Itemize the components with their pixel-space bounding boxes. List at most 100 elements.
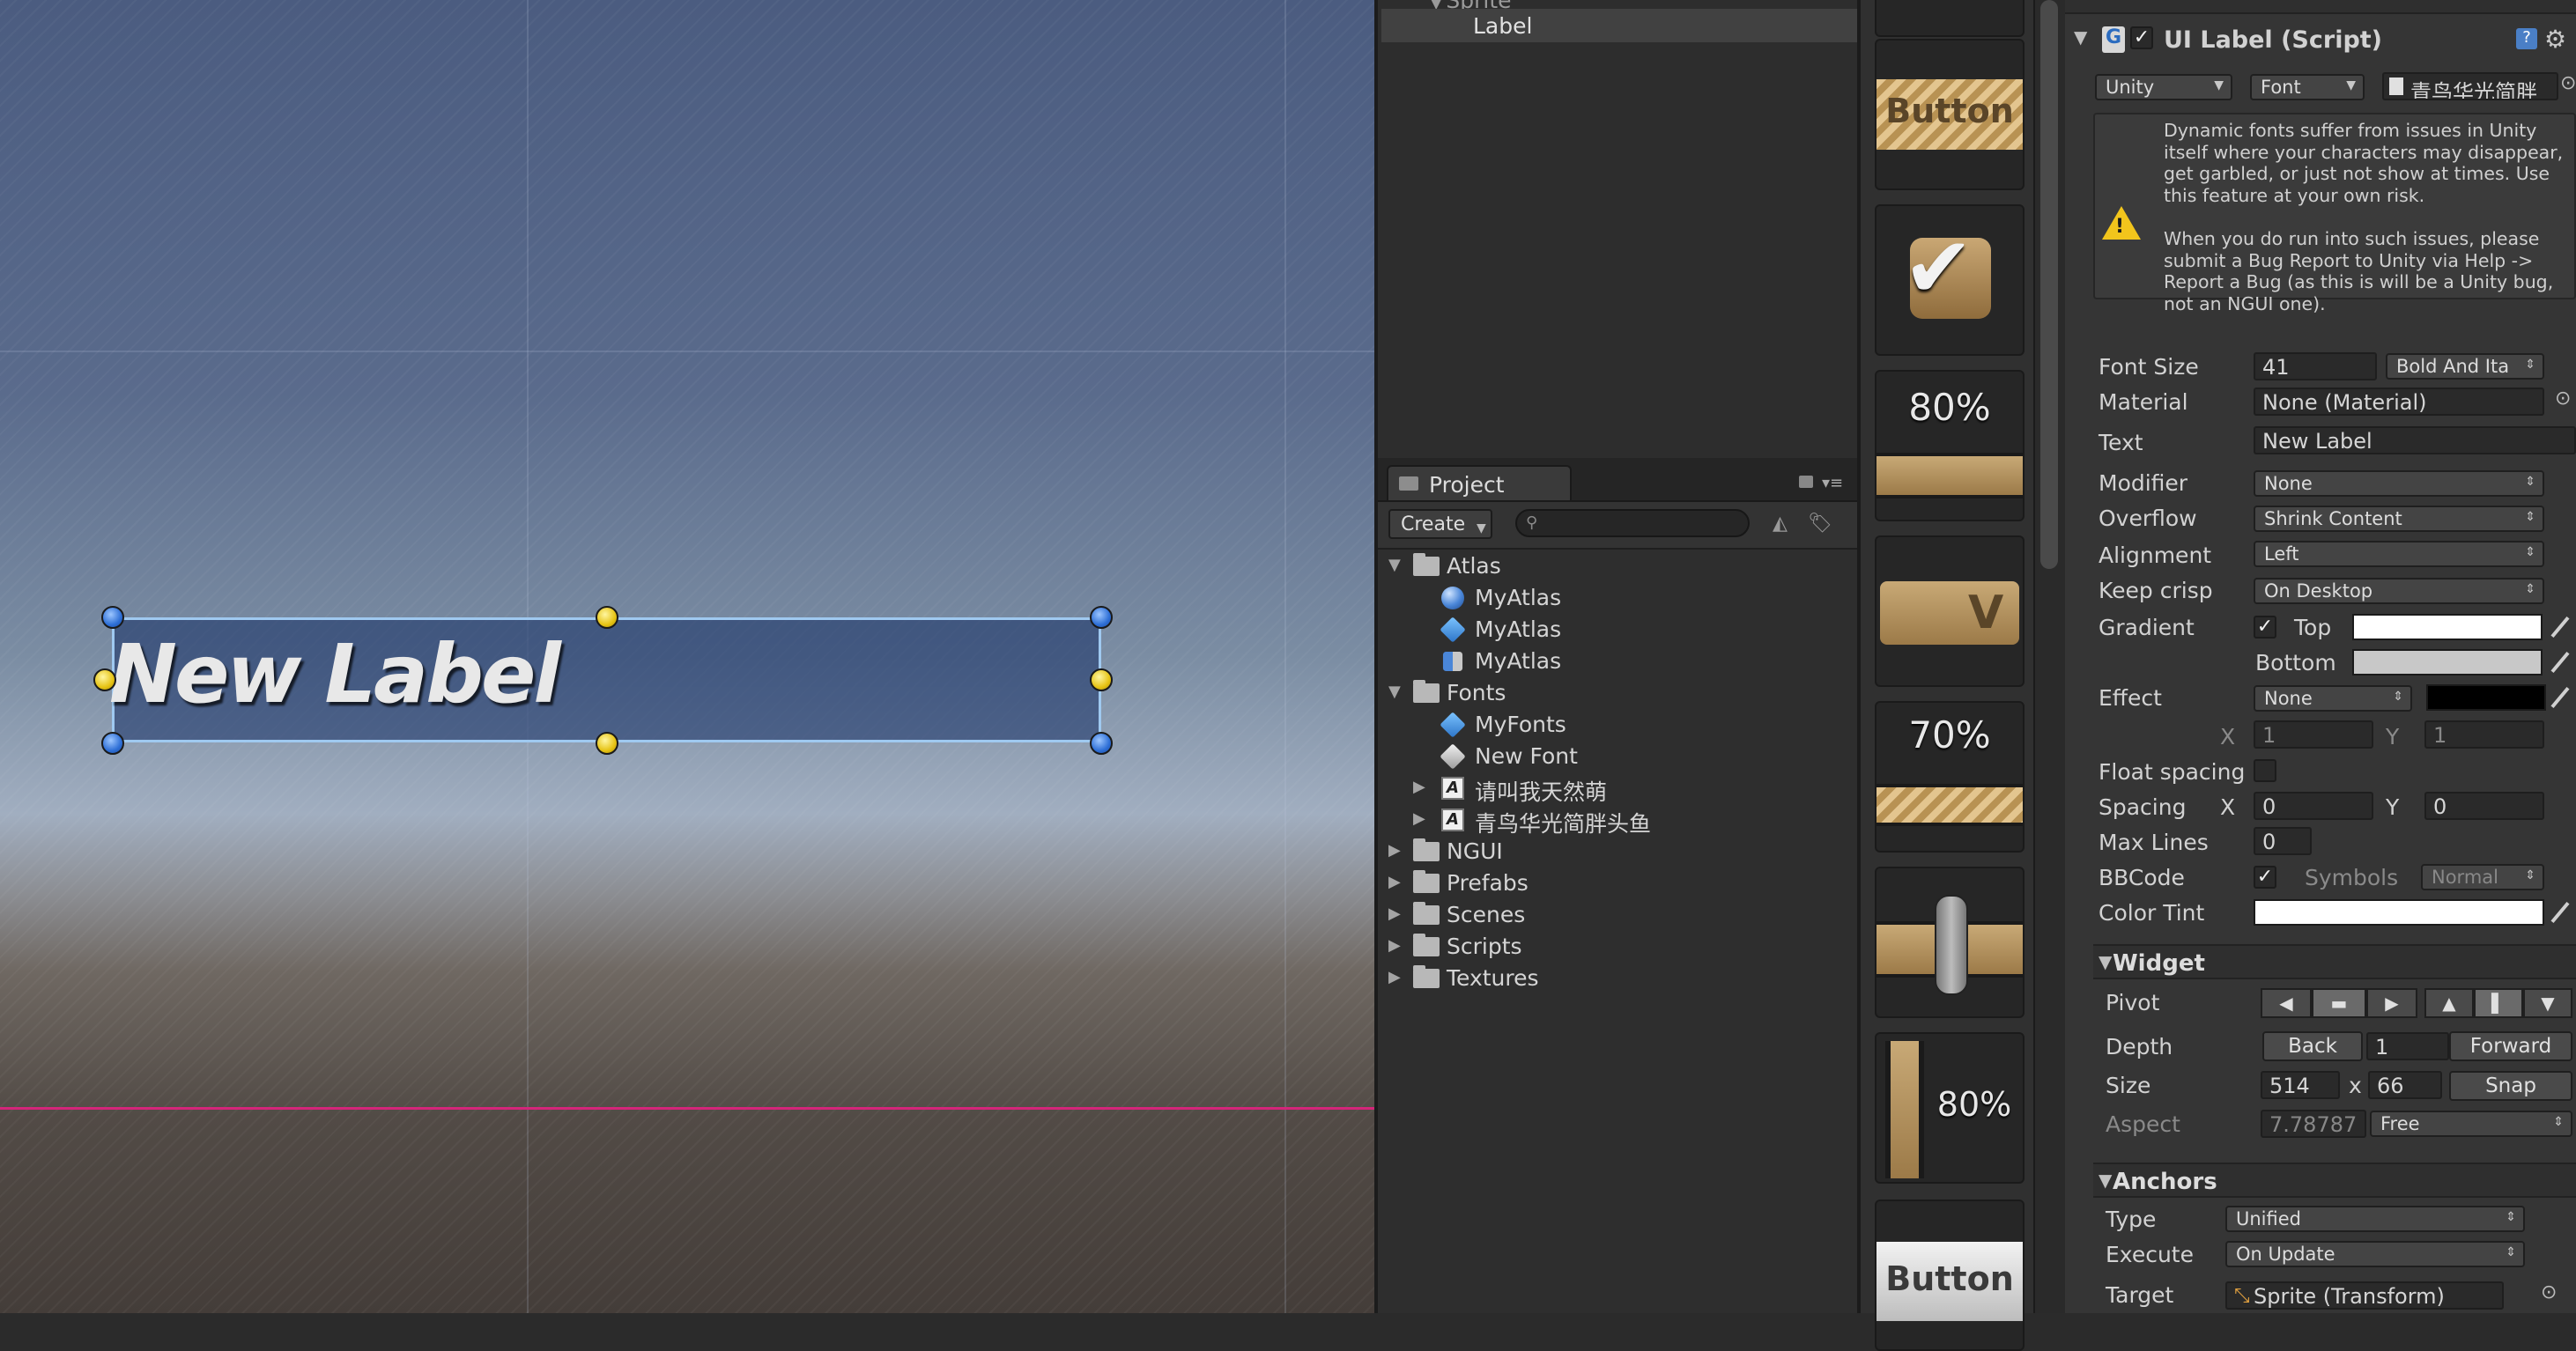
snap-button[interactable]: Snap (2449, 1071, 2572, 1101)
resize-handle-top-right[interactable] (1090, 606, 1113, 629)
resize-handle-right[interactable] (1090, 668, 1113, 691)
chevron-down-icon[interactable]: ▼ (1388, 556, 1401, 574)
object-picker-icon[interactable]: ⊙ (2541, 1281, 2557, 1303)
project-asset-item[interactable]: MyAtlas (1378, 613, 1857, 645)
project-asset-item[interactable]: MyAtlas (1378, 645, 1857, 676)
chevron-right-icon[interactable]: ▶ (1413, 778, 1425, 796)
font-size-field[interactable]: 41 (2254, 352, 2377, 380)
chevron-right-icon[interactable]: ▶ (1413, 809, 1425, 828)
resize-handle-bottom-left[interactable] (101, 732, 124, 755)
font-field-dropdown[interactable]: Font ▼ (2250, 74, 2365, 100)
filter-by-label-icon[interactable]: 🏷 (1808, 513, 1832, 535)
preview-dropdown[interactable]: V (1875, 535, 2025, 687)
chevron-right-icon[interactable]: ▶ (1388, 968, 1401, 986)
eyedropper-icon[interactable] (2550, 651, 2570, 674)
effect-color[interactable] (2426, 684, 2546, 711)
create-button[interactable]: Create ▼ (1388, 509, 1492, 539)
preview-progress-bar[interactable]: 70% (1875, 701, 2025, 853)
project-asset-item[interactable]: ▶ A 请叫我天然萌 (1378, 771, 1857, 805)
eyedropper-icon[interactable] (2550, 901, 2570, 924)
lock-icon[interactable] (1799, 476, 1813, 488)
eyedropper-icon[interactable] (2550, 686, 2570, 709)
preview-slider[interactable] (1875, 867, 2025, 1018)
component-enabled-checkbox[interactable]: ✓ (2130, 26, 2153, 49)
scrollbar-thumb[interactable] (2040, 0, 2058, 569)
pivot-center-button[interactable]: ▬ (2312, 988, 2366, 1018)
overflow-dropdown[interactable]: Shrink Content ⇕ (2254, 506, 2544, 532)
font-style-dropdown[interactable]: Bold And Ita ⇕ (2386, 353, 2544, 380)
target-field[interactable]: ⤡ Sprite (Transform) (2225, 1281, 2504, 1310)
scene-view[interactable]: New Label (0, 0, 1374, 1313)
project-folder-item[interactable]: ▶ Prefabs (1378, 867, 1857, 898)
label-widget-text[interactable]: New Label (109, 627, 561, 721)
effect-x-field[interactable]: 1 (2254, 720, 2373, 749)
anchors-section-header[interactable]: ▼ Anchors (2093, 1163, 2576, 1198)
inspector-scrollbar[interactable] (2033, 0, 2065, 1313)
project-asset-item[interactable]: MyFonts (1378, 708, 1857, 740)
resize-handle-top[interactable] (596, 606, 618, 629)
pivot-right-button[interactable]: ▶ (2366, 988, 2417, 1018)
effect-dropdown[interactable]: None ⇕ (2254, 685, 2412, 712)
text-field[interactable]: New Label (2254, 426, 2576, 454)
project-folder-item[interactable]: ▶ Scripts (1378, 930, 1857, 962)
aspect-mode-dropdown[interactable]: Free ⇕ (2370, 1111, 2572, 1137)
tab-project[interactable]: Project (1387, 465, 1572, 500)
chevron-down-icon[interactable]: ▼ (1388, 683, 1401, 701)
float-spacing-checkbox[interactable] (2254, 759, 2276, 782)
project-folder-item[interactable]: ▶ Scenes (1378, 898, 1857, 930)
depth-back-button[interactable]: Back (2262, 1031, 2363, 1061)
chevron-right-icon[interactable]: ▶ (1388, 873, 1401, 891)
gradient-bottom-color[interactable] (2352, 649, 2543, 676)
project-folder-item[interactable]: ▶ NGUI (1378, 835, 1857, 867)
slider-thumb[interactable] (1935, 895, 1968, 995)
preview-button[interactable]: Button (1875, 39, 2025, 190)
gear-icon[interactable]: ⚙ (2544, 25, 2566, 54)
project-folder-item[interactable]: ▼ Atlas (1378, 550, 1857, 581)
object-picker-icon[interactable]: ⊙ (2555, 388, 2571, 410)
font-asset-field[interactable]: 青鸟华光简胖 (2382, 72, 2558, 100)
size-height-field[interactable]: 66 (2368, 1071, 2442, 1099)
preview-checkbox[interactable]: ✔ (1875, 204, 2025, 356)
execute-dropdown[interactable]: On Update ⇕ (2225, 1241, 2525, 1267)
spacing-y-field[interactable]: 0 (2424, 792, 2544, 820)
help-icon[interactable]: ? (2516, 28, 2537, 49)
project-asset-item[interactable]: MyAtlas (1378, 581, 1857, 613)
depth-field[interactable]: 1 (2366, 1032, 2449, 1060)
pivot-bottom-button[interactable]: ▼ (2523, 988, 2572, 1018)
preview-button[interactable]: Button (1875, 1200, 2025, 1351)
depth-forward-button[interactable]: Forward (2449, 1031, 2572, 1061)
hierarchy-item-label-selected[interactable]: Label (1381, 9, 1857, 42)
preview-vertical-progress[interactable]: 80% (1875, 1032, 2025, 1184)
resize-handle-bottom-right[interactable] (1090, 732, 1113, 755)
preview-progress-bar[interactable]: 80% (1875, 370, 2025, 521)
max-lines-field[interactable]: 0 (2254, 827, 2312, 855)
pivot-middle-button[interactable]: ▌ (2474, 988, 2523, 1018)
font-type-dropdown[interactable]: Unity ▼ (2095, 74, 2232, 100)
search-input[interactable]: ⚲ (1515, 509, 1750, 537)
chevron-right-icon[interactable]: ▶ (1388, 841, 1401, 860)
filter-by-type-icon[interactable]: ◭ (1773, 513, 1788, 535)
aspect-field[interactable]: 7.78787 (2261, 1110, 2366, 1138)
resize-handle-left[interactable] (93, 668, 116, 691)
effect-y-field[interactable]: 1 (2424, 720, 2544, 749)
project-folder-item[interactable]: ▶ Textures (1378, 962, 1857, 993)
bbcode-checkbox[interactable]: ✓ (2254, 866, 2276, 889)
material-field[interactable]: None (Material) (2254, 388, 2544, 416)
resize-handle-top-left[interactable] (101, 606, 124, 629)
widget-section-header[interactable]: ▼ Widget (2093, 944, 2576, 979)
chevron-right-icon[interactable]: ▶ (1388, 904, 1401, 923)
preview-card[interactable] (1875, 0, 2025, 37)
spacing-x-field[interactable]: 0 (2254, 792, 2373, 820)
symbols-dropdown[interactable]: Normal ⇕ (2421, 864, 2544, 890)
project-folder-item[interactable]: ▼ Fonts (1378, 676, 1857, 708)
project-asset-item[interactable]: ▶ A 青鸟华光简胖头鱼 (1378, 803, 1857, 837)
size-width-field[interactable]: 514 (2261, 1071, 2340, 1099)
gradient-top-color[interactable] (2352, 614, 2543, 640)
panel-menu-icon[interactable]: ▾≡ (1822, 474, 1843, 492)
modifier-dropdown[interactable]: None ⇕ (2254, 470, 2544, 497)
resize-handle-bottom[interactable] (596, 732, 618, 755)
pivot-top-button[interactable]: ▲ (2424, 988, 2474, 1018)
color-tint-color[interactable] (2254, 899, 2544, 926)
pivot-left-button[interactable]: ◀ (2261, 988, 2312, 1018)
chevron-right-icon[interactable]: ▶ (1388, 936, 1401, 955)
